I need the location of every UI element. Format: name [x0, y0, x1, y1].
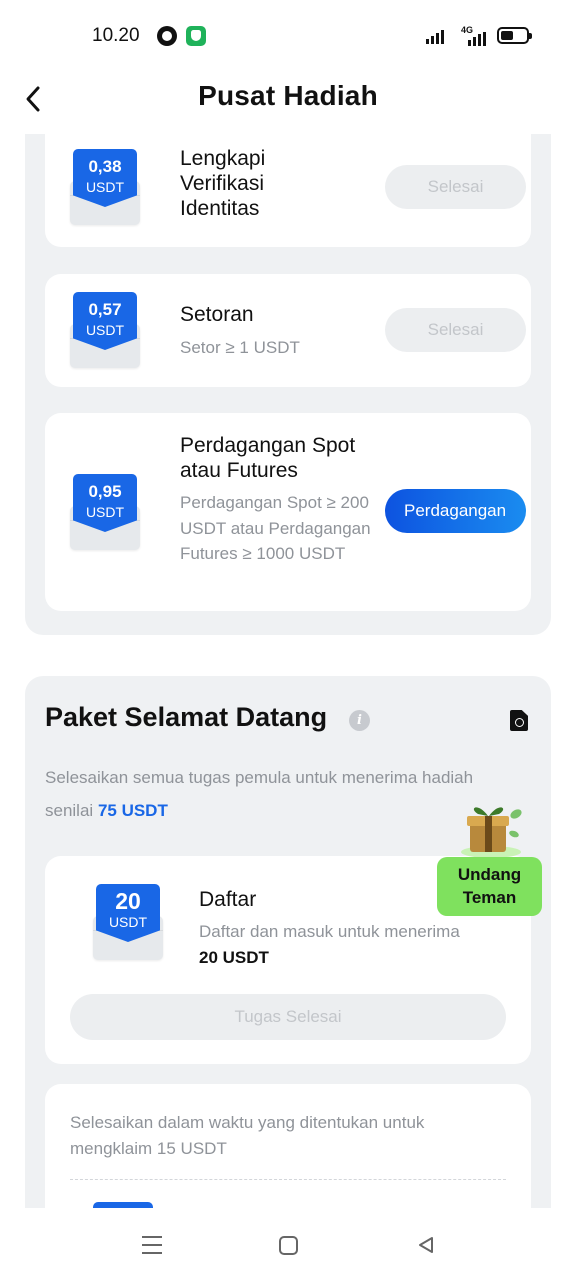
- task-card-timed: Selesaikan dalam waktu yang ditentukan u…: [45, 1084, 531, 1208]
- section-desc: Selesaikan semua tugas pemula untuk mene…: [45, 761, 505, 827]
- document-clock-icon[interactable]: [510, 710, 528, 731]
- reward-total: 75 USDT: [97, 801, 168, 820]
- recent-apps-button[interactable]: [142, 1236, 162, 1254]
- notification-icon: [157, 26, 177, 46]
- reward-amount: 20: [115, 888, 141, 914]
- timed-desc: Selesaikan dalam waktu yang ditentukan u…: [70, 1113, 425, 1158]
- task-desc: Setor ≥ 1 USDT: [180, 338, 300, 357]
- coupon-icon: 0,57 USDT: [70, 292, 140, 368]
- task-desc-amount: 20 USDT: [199, 947, 269, 967]
- section-title: Paket Selamat Datang: [45, 702, 328, 732]
- task-title: Perdagangan Spot atau Futures: [180, 434, 356, 482]
- reward-amount: 0,95: [88, 482, 122, 501]
- reward-amount: 0,38: [88, 157, 122, 176]
- invite-friends-button[interactable]: Undang Teman: [437, 857, 542, 916]
- shield-app-icon: [186, 26, 206, 46]
- task-desc: Daftar dan masuk untuk menerima 20 USDT: [199, 919, 514, 970]
- coupon-icon: 20 USDT: [93, 884, 163, 960]
- reward-amount: 0,57: [88, 300, 122, 319]
- coupon-icon: 0,38 USDT: [70, 149, 140, 225]
- coupon-icon: 0,95 USDT: [70, 474, 140, 550]
- task-card-verification: 0,38 USDT Lengkapi Verifikasi Identitas …: [45, 134, 531, 247]
- back-nav-button[interactable]: [416, 1235, 436, 1255]
- content-scroll-area[interactable]: 0,38 USDT Lengkapi Verifikasi Identitas …: [0, 134, 576, 1208]
- battery-icon: [497, 27, 532, 44]
- task-desc: Perdagangan Spot ≥ 200 USDT atau Perdaga…: [180, 493, 371, 563]
- gift-icon: [461, 807, 522, 858]
- page-title: Pusat Hadiah: [198, 80, 378, 111]
- task-card-trading: 0,95 USDT Perdagangan Spot atau Futures …: [45, 413, 531, 611]
- task-complete-button[interactable]: Tugas Selesai: [70, 994, 506, 1040]
- done-button[interactable]: Selesai: [385, 308, 526, 352]
- tasks-panel: 0,38 USDT Lengkapi Verifikasi Identitas …: [25, 134, 551, 635]
- header: Pusat Hadiah: [0, 70, 576, 132]
- reward-unit: USDT: [85, 322, 125, 338]
- system-nav-bar: [0, 1208, 576, 1280]
- info-icon[interactable]: i: [349, 710, 370, 731]
- trade-button[interactable]: Perdagangan: [385, 489, 526, 533]
- reward-unit: USDT: [108, 914, 148, 930]
- signal-4g-icon: [468, 30, 486, 46]
- task-card-deposit: 0,57 USDT Setoran Setor ≥ 1 USDT Selesai: [45, 274, 531, 387]
- home-button[interactable]: [279, 1236, 298, 1255]
- divider: [70, 1179, 506, 1180]
- signal-icon: [426, 28, 444, 44]
- reward-unit: USDT: [85, 504, 125, 520]
- done-button[interactable]: Selesai: [385, 165, 526, 209]
- task-title: Lengkapi Verifikasi Identitas: [180, 147, 266, 220]
- status-bar: 10.20 4G: [0, 0, 576, 70]
- welcome-package-panel: Paket Selamat Datang i Selesaikan semua …: [25, 676, 551, 1208]
- task-title: Daftar: [199, 888, 257, 911]
- reward-unit: USDT: [85, 179, 125, 195]
- task-title: Setoran: [180, 303, 254, 326]
- task-desc-text: Daftar dan masuk untuk menerima: [199, 922, 460, 941]
- status-time: 10.20: [92, 25, 140, 46]
